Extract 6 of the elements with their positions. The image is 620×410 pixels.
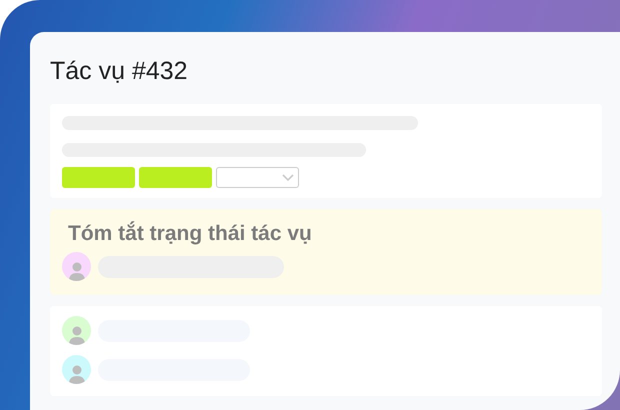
tag-button[interactable] bbox=[62, 167, 135, 188]
summary-heading: Tóm tắt trạng thái tác vụ bbox=[68, 220, 313, 247]
dropdown[interactable] bbox=[216, 167, 299, 188]
task-title: Tác vụ #432 bbox=[50, 56, 189, 87]
tag-button[interactable] bbox=[139, 167, 212, 188]
chevron-down-icon bbox=[282, 174, 294, 182]
